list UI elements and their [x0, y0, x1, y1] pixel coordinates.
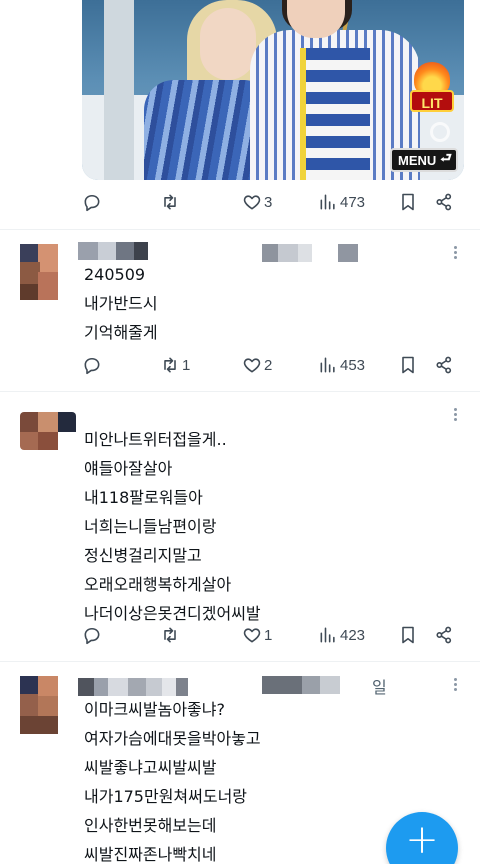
retweet-icon [164, 194, 176, 210]
tweet-text-line: 내가175만원쳐써도너랑 [84, 787, 248, 806]
lit-badge-label: LIT [410, 90, 454, 112]
share-icon [436, 626, 452, 644]
retweet-count: 1 [182, 356, 191, 374]
tweet-text-line: 여자가슴에대못을박아놓고 [84, 729, 261, 748]
views-button[interactable]: 423 [318, 625, 365, 645]
avatar[interactable] [20, 676, 58, 734]
retweet-icon [164, 627, 176, 643]
like-count: 2 [264, 356, 273, 374]
share-button[interactable] [434, 192, 454, 212]
like-count: 3 [264, 193, 273, 211]
date-label: 일 [372, 678, 387, 697]
tweet-text-line: 이마크씨발놈아좋냐? [84, 700, 225, 719]
share-icon [436, 193, 452, 211]
media-mast [104, 0, 134, 180]
reply-button[interactable] [82, 625, 104, 645]
display-name[interactable] [78, 242, 148, 260]
menu-button-label: MENU [398, 152, 437, 168]
views-icon [320, 627, 335, 643]
views-button[interactable]: 453 [318, 355, 365, 375]
tweet-text: 이마크씨발놈아좋냐? 여자가슴에대못을박아놓고씨발좋냐고씨발씨발내가175만원쳐써… [84, 695, 261, 864]
like-button[interactable]: 1 [242, 625, 272, 645]
tweet-text-line: 내가반드시 [84, 294, 158, 313]
bookmark-button[interactable] [398, 192, 418, 212]
avatar[interactable] [20, 244, 58, 300]
reply-button[interactable] [82, 355, 104, 375]
tweet-text: 240509 내가반드시기억해줄게 [84, 260, 158, 347]
tweet-text-line: 내118팔로워들아 [84, 488, 203, 507]
bookmark-icon [402, 193, 414, 211]
lit-badge: LIT [410, 62, 454, 118]
tweet-action-bar: 1 423 [82, 623, 462, 651]
tweet[interactable]: 미안나트위터접을게.. 얘들아잘살아내118팔로워들아너희는니들남편이랑정신병걸리… [0, 392, 480, 660]
bookmark-button[interactable] [398, 625, 418, 645]
views-count: 453 [340, 356, 366, 374]
plus-icon: + [405, 817, 439, 863]
retweet-button[interactable]: 1 [160, 355, 190, 375]
reply-icon [84, 627, 100, 645]
more-dots-icon[interactable] [454, 408, 458, 423]
tweet-text-line: 오래오래행복하게살아 [84, 575, 232, 594]
tweet-action-bar: 1 2 453 [82, 353, 462, 381]
tweet-text-line: 인사한번못해보는데 [84, 816, 217, 835]
share-icon [436, 356, 452, 374]
more-dots-icon[interactable] [454, 678, 458, 693]
reply-button[interactable] [82, 192, 104, 212]
like-button[interactable]: 3 [242, 192, 272, 212]
tweet-text: 미안나트위터접을게.. 얘들아잘살아내118팔로워들아너희는니들남편이랑정신병걸리… [84, 425, 261, 628]
bookmark-icon [402, 626, 414, 644]
username[interactable] [262, 244, 358, 262]
views-button[interactable]: 473 [318, 192, 365, 212]
tweet-text-line: 기억해줄게 [84, 323, 158, 342]
heart-icon [243, 358, 261, 373]
display-name[interactable] [78, 678, 188, 696]
search-icon [430, 122, 450, 142]
retweet-icon [164, 357, 176, 373]
tweet-action-bar: 3 473 [82, 190, 462, 218]
views-count: 423 [340, 626, 366, 644]
back-arrow-icon: ⮐ [440, 150, 452, 165]
tweet-text-line: 씨발진짜존나빡치네 [84, 845, 217, 864]
tweet-text-line: 얘들아잘살아 [84, 459, 173, 478]
reply-icon [84, 357, 100, 375]
bookmark-button[interactable] [398, 355, 418, 375]
reply-icon [84, 194, 100, 212]
tweet-text-line: 너희는니들남편이랑 [84, 517, 217, 536]
heart-icon [243, 628, 261, 643]
views-icon [320, 194, 335, 210]
media-person-1-face [200, 8, 256, 80]
avatar[interactable] [20, 412, 76, 450]
share-button[interactable] [434, 625, 454, 645]
retweet-button[interactable] [160, 625, 182, 645]
share-button[interactable] [434, 355, 454, 375]
more-dots-icon[interactable] [454, 246, 458, 261]
views-icon [320, 357, 335, 373]
views-count: 473 [340, 193, 366, 211]
menu-button[interactable]: MENU ⮐ [390, 148, 458, 172]
like-count: 1 [264, 626, 273, 644]
media-person-2-shirt [300, 48, 370, 180]
tweet-media-image[interactable]: LIT MENU ⮐ [82, 0, 464, 180]
tweet-text-line: 240509 [84, 265, 146, 284]
retweet-button[interactable] [160, 192, 182, 212]
tweet-text-line: 씨발좋냐고씨발씨발 [84, 758, 217, 777]
username[interactable] [262, 676, 340, 694]
bookmark-icon [402, 356, 414, 374]
tweet-text-line: 미안나트위터접을게.. [84, 430, 227, 449]
heart-icon [243, 195, 261, 210]
like-button[interactable]: 2 [242, 355, 272, 375]
tweet-text-line: 정신병걸리지말고 [84, 546, 202, 565]
